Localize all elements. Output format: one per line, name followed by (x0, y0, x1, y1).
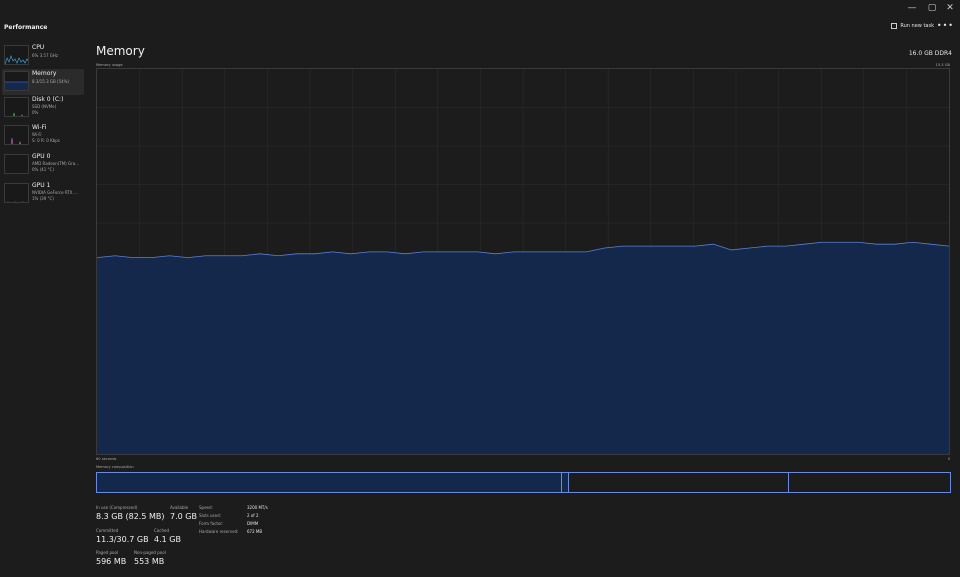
sidebar-item-detail-2: 1% (39 °C) (32, 196, 54, 201)
speed-value: 3200 MT/s (247, 505, 268, 510)
sidebar-item-memory[interactable]: Memory 8.3/15.3 GB (54%) (2, 69, 84, 95)
sidebar-item-detail: AMD Radeon(TM) Gra... (32, 161, 79, 166)
form-factor-value: DIMM (247, 521, 259, 526)
time-axis-left: 60 seconds (96, 457, 117, 461)
sidebar-item-detail: NVIDIA GeForce RTX ... (32, 190, 78, 195)
gpu1-thumbnail-line (6, 201, 25, 202)
sidebar-item-label: GPU 0 (32, 153, 51, 160)
in-use-label: In use (Compressed) (96, 505, 138, 510)
time-axis-right: 0 (947, 457, 950, 461)
non-paged-pool-value: 553 MB (134, 557, 165, 566)
composition-modified[interactable] (562, 473, 569, 492)
disk-thumbnail-graph (4, 97, 29, 117)
maximize-icon[interactable]: ▢ (922, 1, 942, 15)
memory-usage-graph (96, 68, 950, 455)
run-new-task-label: Run new task (900, 23, 934, 29)
hardware-reserved-value: 672 MB (247, 529, 263, 534)
memory-composition-label: Memory composition (96, 465, 134, 469)
minimize-icon[interactable]: — (902, 1, 922, 15)
wifi-thumbnail-line (10, 137, 22, 144)
sidebar-item-detail-2: 0% (32, 110, 39, 115)
cached-value: 4.1 GB (154, 535, 181, 544)
sidebar-item-wifi[interactable]: Wi-Fi Wi-Fi S: 0 R: 0 Kbps (2, 123, 84, 149)
sidebar-item-detail: 8.3/15.3 GB (54%) (32, 79, 70, 84)
sidebar-item-label: CPU (32, 44, 45, 51)
wifi-thumbnail-graph (4, 125, 29, 145)
page-title: Performance (4, 24, 48, 31)
non-paged-pool-label: Non-paged pool (134, 550, 166, 555)
available-value: 7.0 GB (170, 512, 197, 521)
gpu0-thumbnail-graph (4, 154, 29, 174)
hardware-reserved-label: Hardware reserved: (199, 529, 239, 534)
sidebar-item-label: Memory (32, 70, 57, 77)
run-new-task-button[interactable]: Run new task (891, 23, 934, 29)
close-icon[interactable]: ✕ (940, 1, 960, 15)
disk-thumbnail-line (12, 112, 23, 116)
composition-standby[interactable] (569, 473, 789, 492)
form-factor-label: Form factor: (199, 521, 224, 526)
sidebar-item-detail: 6% 3.57 GHz (32, 53, 59, 58)
slots-label: Slots used: (199, 513, 221, 518)
sidebar-item-cpu[interactable]: CPU 6% 3.57 GHz (2, 43, 84, 69)
memory-panel: Memory 16.0 GB DDR4 Memory usage 15.3 GB… (88, 42, 960, 577)
sidebar-item-detail: SSD (NVMe) (32, 104, 57, 109)
page-header: Performance Run new task ••• (0, 18, 960, 42)
sidebar-item-label: Disk 0 (C:) (32, 96, 64, 103)
memory-thumbnail-fill (5, 82, 28, 90)
title-bar: — ▢ ✕ (0, 0, 960, 18)
memory-spec: 16.0 GB DDR4 (908, 50, 952, 57)
slots-value: 2 of 2 (247, 513, 259, 518)
sidebar-item-gpu1[interactable]: GPU 1 NVIDIA GeForce RTX ... 1% (39 °C) (2, 181, 84, 207)
sidebar-item-detail-2: S: 0 R: 0 Kbps (32, 138, 60, 143)
sidebar-item-label: GPU 1 (32, 182, 51, 189)
cpu-thumbnail-graph (4, 45, 29, 65)
speed-label: Speed: (199, 505, 213, 510)
sidebar-item-gpu0[interactable]: GPU 0 AMD Radeon(TM) Gra... 0% (41 °C) (2, 152, 84, 178)
composition-in-use[interactable] (97, 473, 562, 492)
composition-free[interactable] (789, 473, 950, 492)
cached-label: Cached (154, 528, 169, 533)
in-use-value: 8.3 GB (82.5 MB) (96, 512, 165, 521)
sidebar-item-disk[interactable]: Disk 0 (C:) SSD (NVMe) 0% (2, 95, 84, 121)
gpu1-thumbnail-graph (4, 183, 29, 203)
sidebar-item-label: Wi-Fi (32, 124, 47, 131)
committed-label: Committed (96, 528, 119, 533)
committed-value: 11.3/30.7 GB (96, 535, 149, 544)
available-label: Available (170, 505, 189, 510)
memory-composition-bar[interactable] (96, 472, 951, 493)
run-task-icon (891, 23, 898, 29)
paged-pool-label: Paged pool (96, 550, 119, 555)
cpu-thumbnail-line (5, 54, 28, 64)
sidebar-item-detail-2: 0% (41 °C) (32, 167, 54, 172)
memory-title: Memory (96, 44, 145, 58)
sidebar-item-detail: Wi-Fi (32, 132, 42, 137)
memory-usage-graph-svg (97, 69, 949, 454)
paged-pool-value: 596 MB (96, 557, 127, 566)
memory-usage-max: 15.3 GB (935, 63, 950, 67)
more-options-icon[interactable]: ••• (937, 21, 954, 30)
sidebar: CPU 6% 3.57 GHz Memory 8.3/15.3 GB (54%)… (0, 42, 88, 577)
memory-usage-label: Memory usage (96, 63, 123, 67)
memory-usage-area (97, 242, 949, 454)
memory-thumbnail-graph (4, 71, 29, 91)
